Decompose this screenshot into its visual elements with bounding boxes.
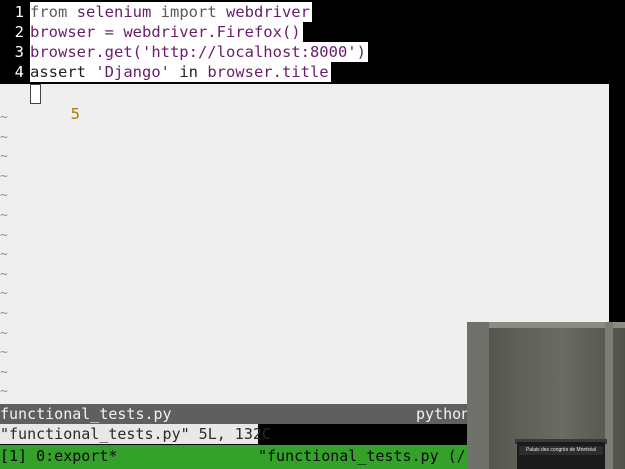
statusline-filename: functional_tests.py: [0, 405, 172, 423]
text-cursor: [30, 84, 41, 104]
code-token: browser = webdriver.Firefox(): [30, 23, 301, 41]
tmux-window-item[interactable]: [1] 0:export*: [0, 445, 117, 467]
video-wall: [467, 322, 489, 469]
tilde-marker: ~: [0, 188, 8, 204]
tilde-marker: ~: [0, 247, 8, 263]
code-text: from selenium import webdriver: [30, 2, 312, 22]
tilde-marker: ~: [0, 110, 8, 125]
code-token: import: [160, 3, 217, 21]
code-text: assert 'Django' in browser.title: [30, 62, 331, 82]
video-pillar: [605, 322, 613, 469]
tmux-pane-title: "functional_tests.py (/": [258, 447, 475, 465]
tilde-marker: ~: [0, 384, 8, 400]
tilde-marker: ~: [0, 286, 8, 302]
terminal-window: 1 from selenium import webdriver 2 browser …: [0, 0, 625, 469]
code-token: 'http://localhost:8000': [141, 43, 357, 61]
code-token: webdriver: [216, 3, 310, 21]
tilde-marker: ~: [0, 149, 8, 165]
tilde-marker: ~: [0, 208, 8, 223]
tilde-marker: ~: [0, 266, 8, 282]
tilde-marker: ~: [0, 227, 8, 243]
tilde-marker: ~: [0, 345, 8, 361]
line-number: 4: [14, 63, 24, 81]
code-token: browser.title: [207, 63, 329, 81]
line-number: 1: [14, 3, 24, 21]
empty-line-markers: ~ ~ ~ ~ ~ ~ ~ ~ ~ ~ ~ ~ ~ ~ ~: [0, 110, 10, 400]
code-token: in: [169, 63, 208, 81]
code-text: browser.get('http://localhost:8000'): [30, 42, 368, 62]
statusline-filetype: python: [416, 405, 471, 423]
line-number: 2: [14, 23, 24, 41]
tilde-marker: ~: [0, 364, 8, 380]
file-info-message: "functional_tests.py" 5L, 132C: [0, 425, 271, 443]
tilde-marker: ~: [0, 325, 8, 341]
video-ceiling: [467, 322, 625, 328]
tilde-marker: ~: [0, 306, 8, 321]
tilde-marker: ~: [0, 129, 8, 145]
line-number-current: 5: [70, 105, 80, 123]
code-token: from: [30, 3, 68, 21]
code-token: ): [356, 43, 366, 61]
tilde-marker: ~: [0, 168, 8, 184]
code-token: 'Django': [95, 63, 170, 81]
code-token: assert: [30, 63, 96, 81]
speaker-video-overlay: Palais des congrès de Montréal: [467, 322, 625, 469]
code-text: browser = webdriver.Firefox(): [30, 22, 303, 42]
code-token: selenium: [67, 3, 161, 21]
code-token: browser.get(: [30, 43, 142, 61]
podium-sign: Palais des congrès de Montréal: [519, 446, 603, 455]
code-line-5[interactable]: 5: [0, 84, 80, 123]
line-number: 3: [14, 43, 24, 61]
